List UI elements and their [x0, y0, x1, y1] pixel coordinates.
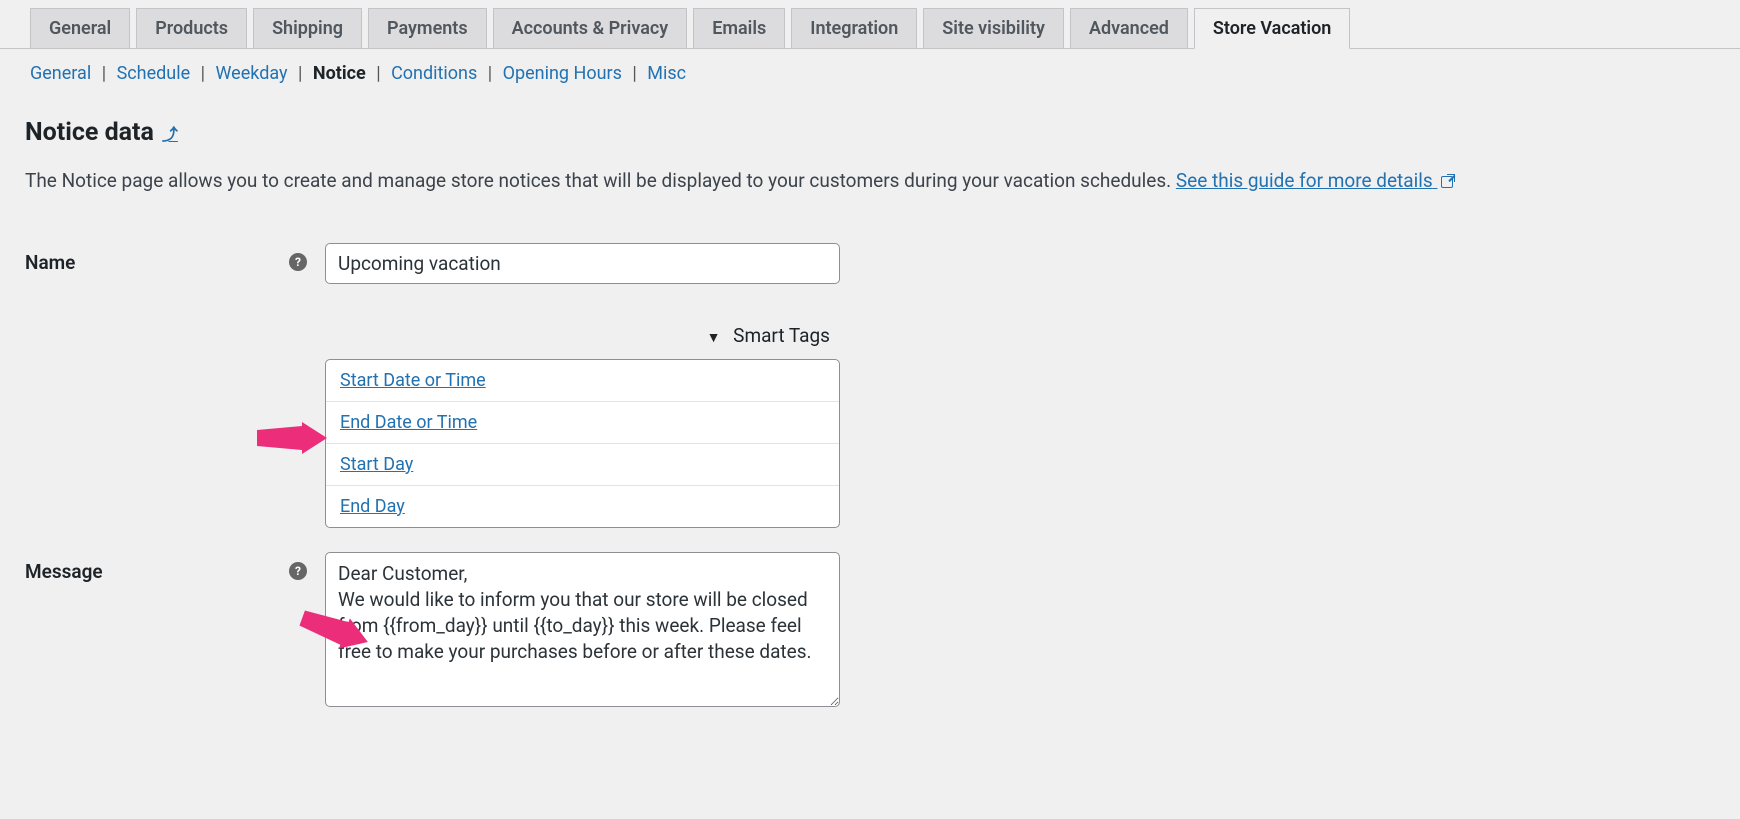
separator: | [632, 63, 636, 84]
subtab-opening-hours[interactable]: Opening Hours [503, 63, 622, 84]
smart-tags-toggle[interactable]: ▼ Smart Tags [325, 324, 840, 359]
subtab-misc[interactable]: Misc [647, 63, 686, 84]
message-textarea[interactable] [325, 552, 840, 707]
subtab-general[interactable]: General [30, 63, 91, 84]
separator: | [201, 63, 205, 84]
page-description: The Notice page allows you to create and… [0, 147, 1740, 195]
smart-tag-item: End Day [326, 485, 839, 527]
subtab-schedule[interactable]: Schedule [117, 63, 191, 84]
smart-tag-start-date[interactable]: Start Date or Time [340, 370, 486, 391]
tab-accounts-privacy[interactable]: Accounts & Privacy [493, 8, 688, 48]
row-name: Name ? [25, 225, 1710, 284]
smart-tag-item: Start Day [326, 443, 839, 485]
separator: | [376, 63, 380, 84]
tab-payments[interactable]: Payments [368, 8, 487, 48]
description-text: The Notice page allows you to create and… [25, 169, 1176, 192]
main-tabs: General Products Shipping Payments Accou… [0, 0, 1740, 49]
guide-link[interactable]: See this guide for more details [1176, 169, 1453, 192]
help-icon[interactable]: ? [289, 562, 307, 580]
tab-general[interactable]: General [30, 8, 130, 48]
triangle-down-icon: ▼ [707, 330, 721, 346]
name-label: Name [25, 251, 75, 274]
tab-integration[interactable]: Integration [791, 8, 917, 48]
tab-site-visibility[interactable]: Site visibility [923, 8, 1064, 48]
tab-store-vacation[interactable]: Store Vacation [1194, 8, 1350, 49]
smart-tags-panel: ▼ Smart Tags Start Date or Time End Date… [325, 324, 840, 528]
message-label: Message [25, 560, 103, 583]
form-table: Name ? ▼ Smart Tags Start Date or Time E… [0, 195, 1740, 712]
settings-page: General Products Shipping Payments Accou… [0, 0, 1740, 752]
tab-emails[interactable]: Emails [693, 8, 785, 48]
subtab-weekday[interactable]: Weekday [215, 63, 287, 84]
sub-tabs: General | Schedule | Weekday | Notice | … [0, 49, 1740, 84]
tab-shipping[interactable]: Shipping [253, 8, 362, 48]
name-input[interactable] [325, 243, 840, 284]
collapse-toggle-icon[interactable]: ⤴ [162, 121, 178, 145]
page-title: Notice data [25, 118, 154, 147]
smart-tag-item: Start Date or Time [326, 360, 839, 401]
page-title-row: Notice data ⤴ [0, 84, 1740, 147]
smart-tag-end-day[interactable]: End Day [340, 496, 405, 517]
subtab-notice: Notice [313, 63, 366, 84]
tab-products[interactable]: Products [136, 8, 247, 48]
smart-tag-end-date[interactable]: End Date or Time [340, 412, 477, 433]
external-link-icon [1441, 176, 1453, 188]
smart-tags-list: Start Date or Time End Date or Time Star… [325, 359, 840, 528]
separator: | [298, 63, 302, 84]
help-icon[interactable]: ? [289, 253, 307, 271]
smart-tags-label: Smart Tags [733, 324, 830, 347]
separator: | [488, 63, 492, 84]
subtab-conditions[interactable]: Conditions [391, 63, 477, 84]
smart-tag-item: End Date or Time [326, 401, 839, 443]
separator: | [102, 63, 106, 84]
smart-tag-start-day[interactable]: Start Day [340, 454, 413, 475]
tab-advanced[interactable]: Advanced [1070, 8, 1188, 48]
row-message: Message ? [25, 528, 1710, 712]
